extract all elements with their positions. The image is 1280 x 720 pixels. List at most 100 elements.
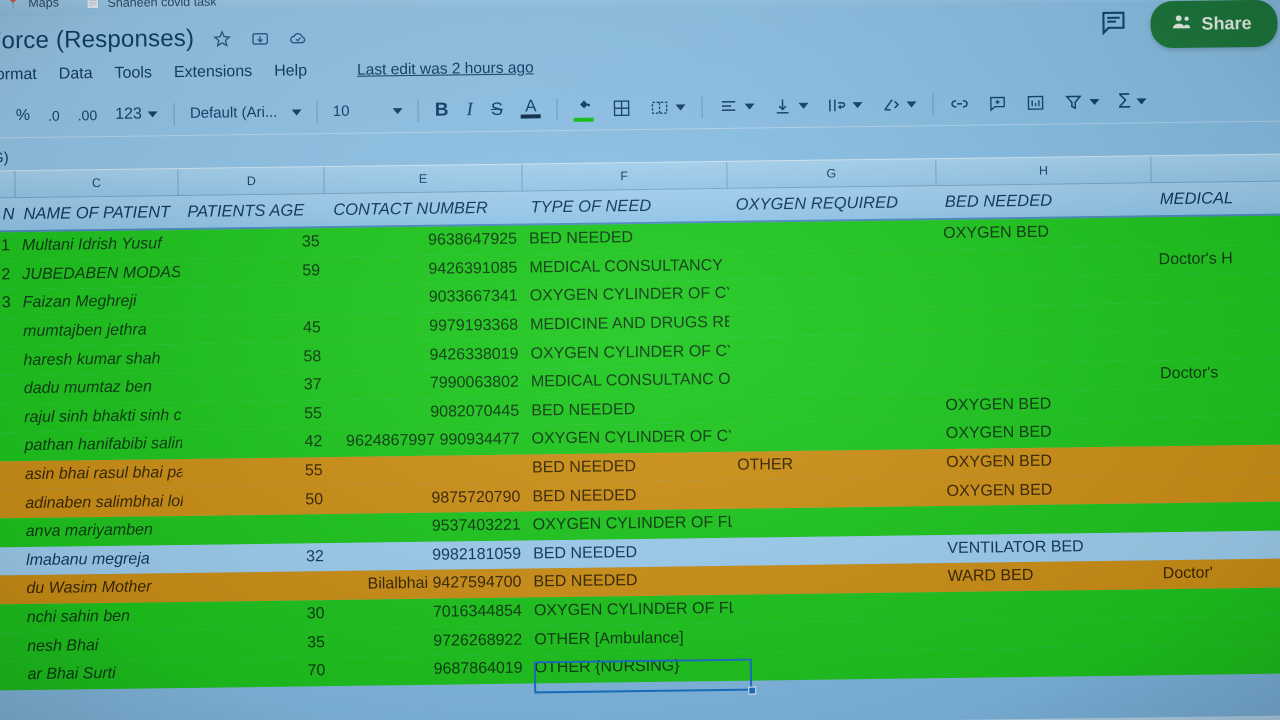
cell-oxygen[interactable]: OTHER bbox=[731, 454, 940, 475]
cell-age[interactable] bbox=[180, 300, 326, 302]
move-to-folder-icon[interactable] bbox=[250, 28, 270, 48]
column-header-h[interactable]: H bbox=[936, 156, 1152, 186]
cell-sr[interactable]: 2 bbox=[0, 266, 16, 284]
cell-name[interactable]: Faizan Meghreji bbox=[17, 293, 181, 313]
cell-oxygen[interactable] bbox=[730, 406, 939, 409]
cell-name[interactable]: Multani Idrish Yusuf bbox=[16, 235, 180, 255]
horizontal-align-icon[interactable] bbox=[710, 90, 764, 123]
cell-oxygen[interactable] bbox=[733, 635, 942, 638]
cell-age[interactable]: 35 bbox=[180, 233, 326, 253]
cell-need[interactable]: OXYGEN CYLINDER OF CYLINDER ( 40 LITERS) bbox=[524, 343, 729, 364]
cell-need[interactable]: MEDICAL CONSULTANC OTHER bbox=[525, 371, 730, 392]
cell-oxygen[interactable] bbox=[732, 492, 941, 495]
cell-medical[interactable] bbox=[1154, 401, 1280, 403]
cell-name[interactable]: dadu mumtaz ben bbox=[18, 378, 182, 398]
cell-contact[interactable]: 9537403221 bbox=[329, 517, 526, 538]
cell-medical[interactable] bbox=[1153, 287, 1280, 289]
column-header-f[interactable]: F bbox=[521, 161, 728, 191]
cloud-saved-icon[interactable] bbox=[288, 27, 308, 47]
cell-bed[interactable] bbox=[939, 346, 1154, 349]
cell-oxygen[interactable] bbox=[732, 520, 941, 523]
cell-contact[interactable]: 7016344854 bbox=[331, 603, 528, 624]
cell-medical[interactable] bbox=[1157, 630, 1280, 632]
cell-age[interactable]: 32 bbox=[184, 548, 330, 568]
cell-name[interactable]: JUBEDABEN MODASIY bbox=[16, 264, 180, 284]
cell-oxygen[interactable] bbox=[729, 320, 938, 323]
cell-contact[interactable]: 9426391085 bbox=[326, 259, 523, 280]
cell-bed[interactable]: VENTILATOR BED bbox=[941, 537, 1156, 558]
cell-need[interactable]: BED NEEDED bbox=[523, 228, 728, 249]
cell-oxygen[interactable] bbox=[729, 292, 938, 295]
cell-medical[interactable] bbox=[1158, 659, 1280, 661]
cell-contact[interactable]: 9726268922 bbox=[331, 631, 528, 652]
cell-name[interactable]: rajul sinh bhakti sinh cha bbox=[18, 407, 182, 427]
cell-bed[interactable] bbox=[942, 603, 1157, 606]
cell-medical[interactable] bbox=[1152, 230, 1280, 232]
cell-medical[interactable] bbox=[1153, 315, 1280, 317]
cell-age[interactable] bbox=[183, 528, 329, 530]
menu-item-help[interactable]: Help bbox=[274, 62, 307, 80]
cell-contact[interactable]: 9624867997 990934477 bbox=[328, 431, 525, 452]
cell-medical[interactable] bbox=[1154, 344, 1280, 346]
font-size-select[interactable]: 10 bbox=[325, 95, 411, 128]
cell-need[interactable]: MEDICAL CONSULTANCY bbox=[523, 257, 728, 278]
cell-medical[interactable] bbox=[1157, 601, 1280, 603]
cell-medical[interactable] bbox=[1156, 516, 1280, 518]
cell-sr[interactable]: 1 bbox=[0, 237, 16, 255]
cell-need[interactable]: BED NEEDED bbox=[527, 571, 732, 592]
column-header-c[interactable]: C bbox=[14, 169, 179, 198]
cell-need[interactable]: OXYGEN CYLINDER OF CYLINDER ( 40 LITERS) bbox=[524, 285, 729, 306]
cell-medical[interactable] bbox=[1156, 487, 1280, 489]
cell-oxygen[interactable] bbox=[733, 578, 942, 581]
cell-age[interactable]: 37 bbox=[181, 376, 327, 396]
cell-contact[interactable]: 9875720790 bbox=[329, 488, 526, 509]
cell-contact[interactable]: 9982181059 bbox=[330, 545, 527, 566]
cell-age[interactable]: 55 bbox=[183, 462, 329, 482]
cell-age[interactable]: 59 bbox=[180, 262, 326, 282]
cell-age[interactable]: 70 bbox=[185, 662, 331, 682]
cell-age[interactable]: 50 bbox=[183, 491, 329, 511]
cell-bed[interactable] bbox=[942, 632, 1157, 635]
functions-icon[interactable]: Σ bbox=[1109, 85, 1156, 118]
menu-item-extensions[interactable]: Extensions bbox=[174, 63, 252, 82]
cell-need[interactable]: OTHER [Ambulance] bbox=[528, 628, 733, 649]
cell-name[interactable]: nesh Bhai bbox=[21, 636, 185, 656]
cell-bed[interactable]: WARD BED bbox=[942, 566, 1157, 587]
cell-need[interactable]: OXYGEN CYLINDER OF CYLINDER ( 40 LITERS) bbox=[526, 428, 731, 449]
last-edit-status[interactable]: Last edit was 2 hours ago bbox=[357, 59, 534, 79]
cell-contact[interactable] bbox=[329, 469, 526, 472]
cell-medical[interactable]: Doctor' bbox=[1157, 564, 1280, 584]
cell-need[interactable]: OXYGEN CYLINDER OF FLOWMETER bbox=[528, 600, 733, 621]
column-header-i[interactable] bbox=[1151, 154, 1280, 183]
percent-format-button[interactable]: % bbox=[7, 99, 40, 131]
cell-bed[interactable]: OXYGEN BED bbox=[940, 451, 1155, 472]
cell-contact[interactable]: 9638647925 bbox=[326, 231, 523, 252]
cell-contact[interactable]: 7990063802 bbox=[328, 374, 525, 395]
selection-fill-handle[interactable] bbox=[748, 686, 757, 695]
cell-age[interactable]: 42 bbox=[182, 434, 328, 454]
cell-medical[interactable] bbox=[1156, 544, 1280, 546]
cell-contact[interactable]: 9082070445 bbox=[328, 402, 525, 423]
cell-name[interactable]: mumtajben jethra bbox=[17, 321, 181, 341]
cell-name[interactable]: adinaben salimbhai lol bbox=[19, 493, 183, 513]
cell-name[interactable]: haresh kumar shah bbox=[17, 350, 181, 370]
cell-oxygen[interactable] bbox=[730, 377, 939, 380]
strikethrough-button[interactable]: S bbox=[482, 93, 512, 125]
fill-color-button[interactable] bbox=[565, 92, 603, 124]
cell-name[interactable]: du Wasim Mother bbox=[20, 578, 184, 598]
cell-bed[interactable]: OXYGEN BED bbox=[937, 223, 1152, 244]
cell-contact[interactable]: 9687864019 bbox=[331, 660, 528, 681]
more-formats-button[interactable]: 123 bbox=[106, 98, 167, 131]
font-family-select[interactable]: Default (Ari... bbox=[182, 96, 310, 130]
page-title[interactable]: k Force (Responses) bbox=[0, 25, 194, 56]
cell-medical[interactable] bbox=[1155, 430, 1280, 432]
cell-oxygen[interactable] bbox=[729, 263, 938, 266]
cell-need[interactable]: BED NEEDED bbox=[525, 400, 730, 421]
text-rotation-icon[interactable] bbox=[872, 88, 926, 121]
cell-need[interactable]: MEDICINE AND DRUGS REQUIRED bbox=[524, 314, 729, 335]
cell-age[interactable]: 35 bbox=[185, 634, 331, 654]
column-header-e[interactable]: E bbox=[324, 164, 523, 194]
cell-name[interactable]: ar Bhai Surti bbox=[21, 664, 185, 684]
column-header-d[interactable]: D bbox=[178, 167, 325, 196]
cell-bed[interactable] bbox=[941, 518, 1156, 521]
